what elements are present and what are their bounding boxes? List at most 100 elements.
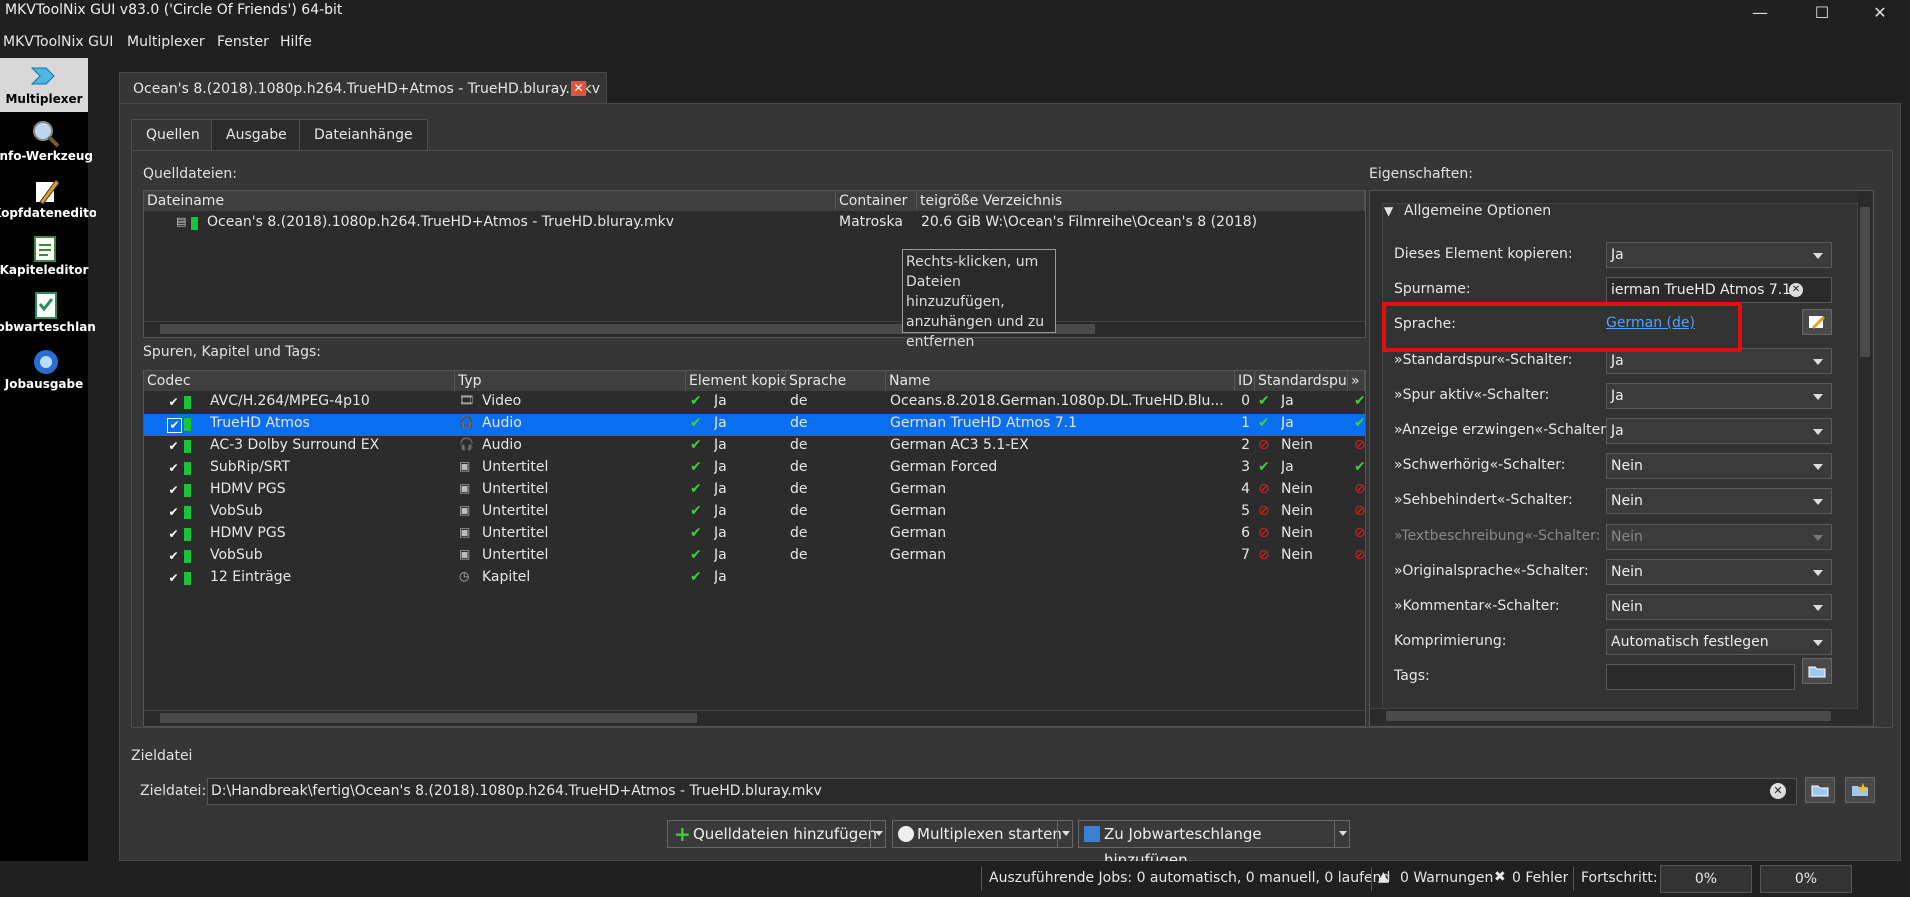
- property-select[interactable]: Ja: [1606, 383, 1832, 409]
- col-element-kopieren[interactable]: Element kopie: [686, 371, 786, 391]
- track-checkbox[interactable]: ✔: [167, 440, 180, 453]
- clear-icon[interactable]: ✕: [1770, 783, 1786, 799]
- track-row[interactable]: ✔ HDMV PGS ▣ Untertitel ✔ Ja de German 6 ⊘ Nein ⊘: [144, 524, 1366, 546]
- col-standardspur[interactable]: Standardspur: [1255, 371, 1348, 391]
- add-source-files-button[interactable]: + Quelldateien hinzufügen: [667, 820, 886, 848]
- output-file-input[interactable]: D:\Handbreak\fertig\Ocean's 8.(2018).108…: [207, 778, 1797, 805]
- track-name-input[interactable]: ierman TrueHD Atmos 7.1 ✕: [1606, 277, 1832, 303]
- col-container[interactable]: Container: [836, 191, 917, 211]
- check-icon: ✔: [690, 481, 702, 497]
- menu-fenster[interactable]: Fenster: [217, 34, 269, 50]
- add-to-queue-button[interactable]: Zu Jobwarteschlange hinzufügen: [1078, 820, 1351, 869]
- output-recent-button[interactable]: [1845, 777, 1875, 803]
- status-errors[interactable]: 0 Fehler: [1512, 870, 1568, 886]
- col-typ[interactable]: Typ: [455, 371, 686, 391]
- track-row[interactable]: ✔ AVC/H.264/MPEG-4p10 🎞 Video ✔ Ja de Oceans.8.…: [144, 392, 1366, 414]
- menu-mkvtoolnix[interactable]: MKVToolNix GUI: [3, 34, 113, 50]
- col-codec[interactable]: Codec: [144, 371, 455, 391]
- minimize-button[interactable]: —: [1737, 0, 1783, 25]
- track-checkbox[interactable]: ✔: [167, 484, 180, 497]
- chevron-down-icon[interactable]: [1334, 821, 1351, 847]
- menu-multiplexer[interactable]: Multiplexer: [127, 34, 205, 50]
- col-more[interactable]: »: [1348, 371, 1365, 391]
- sidebar-item-job-output[interactable]: Jobausgabe: [0, 343, 88, 397]
- track-checkbox[interactable]: ✔: [167, 550, 180, 563]
- property-select[interactable]: Ja: [1606, 418, 1832, 444]
- col-id[interactable]: ID: [1235, 371, 1255, 391]
- track-row[interactable]: ✔ TrueHD Atmos 🎧 Audio ✔ Ja de German TrueHD At…: [144, 414, 1366, 436]
- color-marker: [184, 550, 191, 563]
- tab-dateianhaenge[interactable]: Dateianhänge: [299, 119, 428, 151]
- tab-quellen[interactable]: Quellen: [131, 119, 215, 152]
- menu-hilfe[interactable]: Hilfe: [280, 34, 312, 50]
- property-select[interactable]: Nein: [1606, 559, 1832, 585]
- track-language: de: [790, 503, 808, 519]
- scroll-thumb[interactable]: [1860, 207, 1870, 357]
- chevron-down-icon[interactable]: [1057, 821, 1074, 847]
- clock-icon: ◷: [459, 569, 470, 583]
- property-select[interactable]: Ja: [1606, 242, 1832, 268]
- property-select[interactable]: Nein: [1606, 453, 1832, 479]
- track-checkbox[interactable]: ✔: [167, 572, 180, 585]
- scroll-thumb[interactable]: [160, 713, 697, 723]
- horizontal-scrollbar[interactable]: [1370, 708, 1858, 723]
- clear-icon[interactable]: ✕: [1789, 283, 1803, 297]
- source-file-row[interactable]: ▤ Ocean's 8.(2018).1080p.h264.TrueHD+Atm…: [144, 213, 1365, 235]
- col-name[interactable]: Name: [886, 371, 1235, 391]
- track-row[interactable]: ✔ VobSub ▣ Untertitel ✔ Ja de German 5 ⊘ Nein ⊘: [144, 502, 1366, 524]
- sidebar-label: Info-Werkzeug: [0, 149, 93, 163]
- horizontal-scrollbar[interactable]: [144, 321, 1365, 336]
- no-icon: ⊘: [1354, 547, 1366, 563]
- file-tab[interactable]: Ocean's 8.(2018).1080p.h264.TrueHD+Atmos…: [119, 72, 607, 105]
- sidebar-item-job-queue[interactable]: Jobwarteschlange: [0, 286, 96, 340]
- collapse-icon[interactable]: ▼: [1384, 204, 1393, 218]
- col-dateiname[interactable]: Dateiname: [144, 191, 836, 211]
- track-row[interactable]: ✔ VobSub ▣ Untertitel ✔ Ja de German 7 ⊘ Nein ⊘: [144, 546, 1366, 568]
- chevron-down-icon: [1813, 535, 1823, 541]
- edit-language-button[interactable]: [1802, 309, 1832, 335]
- track-checkbox[interactable]: ✔: [167, 528, 180, 541]
- horizontal-scrollbar[interactable]: [144, 710, 1365, 725]
- track-row[interactable]: ✔ AC-3 Dolby Surround EX 🎧 Audio ✔ Ja de German…: [144, 436, 1366, 458]
- vertical-scrollbar[interactable]: [1858, 191, 1872, 724]
- track-language: de: [790, 437, 808, 453]
- check-icon: ✔: [1258, 415, 1270, 431]
- add-source-files-label: Quelldateien hinzufügen: [693, 825, 877, 843]
- tab-ausgabe[interactable]: Ausgabe: [211, 119, 302, 151]
- scroll-thumb[interactable]: [1386, 711, 1831, 721]
- output-browse-button[interactable]: [1805, 777, 1835, 803]
- property-select[interactable]: Nein: [1606, 488, 1832, 514]
- track-type: Kapitel: [482, 569, 531, 585]
- property-select[interactable]: Automatisch festlegen: [1606, 629, 1832, 655]
- track-row[interactable]: ✔ SubRip/SRT ▣ Untertitel ✔ Ja de German Forced…: [144, 458, 1366, 480]
- tags-browse-button[interactable]: [1802, 658, 1832, 684]
- start-multiplex-button[interactable]: Multiplexen starten: [892, 820, 1073, 848]
- source-files-list[interactable]: Dateiname Container teigröße Verzeichnis…: [143, 190, 1366, 338]
- sidebar-item-multiplexer[interactable]: Multiplexer: [0, 58, 88, 112]
- track-checkbox[interactable]: ✔: [167, 506, 180, 519]
- tags-input[interactable]: [1606, 664, 1795, 690]
- sidebar-item-header-editor[interactable]: Kopfdateneditor: [0, 172, 96, 226]
- output-file-value: D:\Handbreak\fertig\Ocean's 8.(2018).108…: [211, 783, 822, 799]
- track-checkbox[interactable]: ✔: [167, 462, 180, 475]
- track-row[interactable]: ✔ 12 Einträge ◷ Kapitel ✔ Ja: [144, 568, 1365, 590]
- status-warnings[interactable]: 0 Warnungen: [1400, 870, 1493, 886]
- color-marker: [184, 396, 191, 409]
- track-row[interactable]: ✔ HDMV PGS ▣ Untertitel ✔ Ja de German 4 ⊘ Nein ⊘: [144, 480, 1366, 502]
- col-size-dir[interactable]: teigröße Verzeichnis: [917, 191, 1365, 211]
- track-checkbox[interactable]: ✔: [167, 396, 180, 409]
- close-window-button[interactable]: ✕: [1857, 0, 1903, 25]
- maximize-button[interactable]: ☐: [1799, 0, 1845, 25]
- close-tab-icon[interactable]: ✕: [571, 81, 586, 96]
- track-id: 5: [1241, 503, 1250, 519]
- chevron-down-icon[interactable]: [870, 821, 887, 847]
- sidebar-item-chapter-editor[interactable]: Kapiteleditor: [0, 229, 88, 283]
- col-sprache[interactable]: Sprache: [786, 371, 886, 391]
- tracks-list[interactable]: Codec Typ Element kopie Sprache Name ID …: [143, 370, 1366, 727]
- star-folder-icon: [1852, 783, 1868, 796]
- check-icon: ✔: [690, 437, 702, 453]
- track-copy: Ja: [714, 393, 727, 409]
- property-select[interactable]: Nein: [1606, 594, 1832, 620]
- track-checkbox[interactable]: ✔: [167, 418, 182, 433]
- sidebar-item-info[interactable]: Info-Werkzeug: [0, 115, 93, 169]
